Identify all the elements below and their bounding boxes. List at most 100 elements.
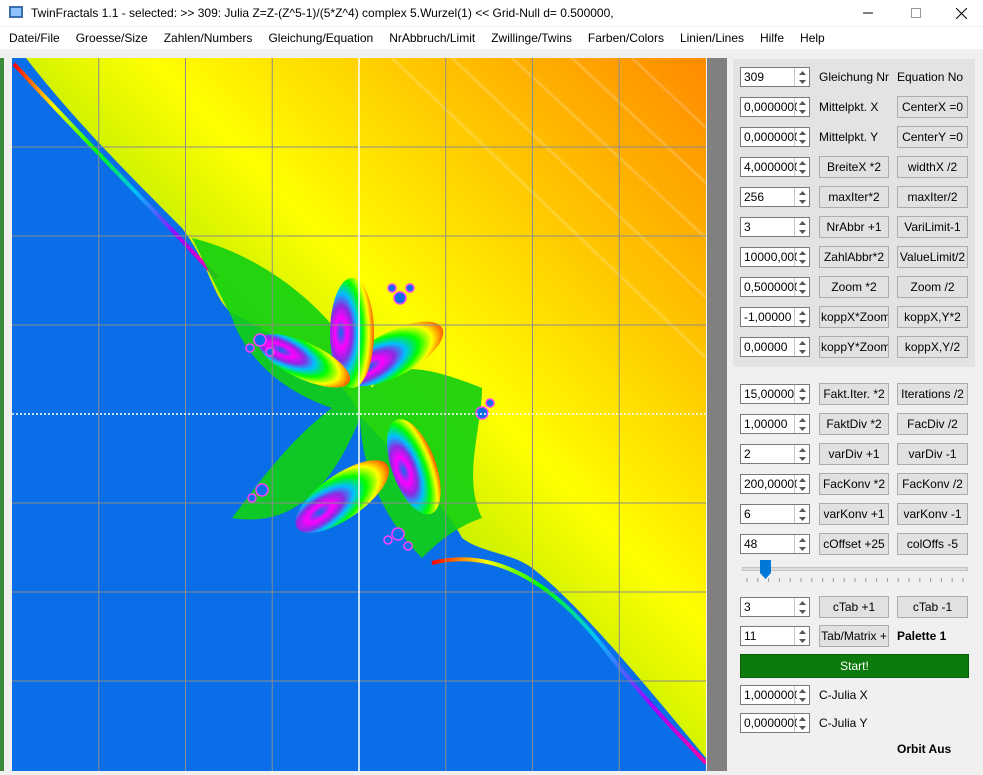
param-3-left-button[interactable]: BreiteX *2: [819, 156, 889, 178]
spin-up-arrow-icon[interactable]: [795, 686, 809, 695]
spin-down-arrow-icon[interactable]: [795, 257, 809, 266]
menu-zahlen[interactable]: Zahlen/Numbers: [155, 27, 260, 49]
spin-down-arrow-icon[interactable]: [795, 77, 809, 86]
param-6-spinbox[interactable]: 10000,000: [740, 247, 810, 267]
spin-down-arrow-icon[interactable]: [795, 317, 809, 326]
menu-help[interactable]: Help: [791, 27, 832, 49]
menu-groesse[interactable]: Groesse/Size: [67, 27, 155, 49]
spin-down-arrow-icon[interactable]: [795, 723, 809, 732]
param-4-spinbox[interactable]: 256: [740, 187, 810, 207]
spin-up-arrow-icon[interactable]: [795, 248, 809, 257]
menu-gleichung[interactable]: Gleichung/Equation: [259, 27, 380, 49]
menu-linien[interactable]: Linien/Lines: [671, 27, 751, 49]
spin-up-arrow-icon[interactable]: [795, 535, 809, 544]
factor-0-left-button[interactable]: Fakt.Iter. *2: [819, 383, 889, 405]
param-7-right-button[interactable]: Zoom /2: [897, 276, 968, 298]
spin-down-arrow-icon[interactable]: [795, 197, 809, 206]
spin-down-arrow-icon[interactable]: [795, 137, 809, 146]
factor-5-right-button[interactable]: colOffs -5: [897, 533, 968, 555]
spin-up-arrow-icon[interactable]: [795, 158, 809, 167]
param-5-left-button[interactable]: NrAbbr +1: [819, 216, 889, 238]
spin-up-arrow-icon[interactable]: [795, 445, 809, 454]
spin-up-arrow-icon[interactable]: [795, 505, 809, 514]
julia-x-spinbox[interactable]: 1,0000000: [740, 685, 810, 705]
param-0-spinbox[interactable]: 309: [740, 67, 810, 87]
fractal-canvas[interactable]: [12, 58, 706, 771]
spin-down-arrow-icon[interactable]: [795, 695, 809, 704]
color-slider-track[interactable]: [742, 567, 968, 571]
spin-down-arrow-icon[interactable]: [795, 227, 809, 236]
spin-down-arrow-icon[interactable]: [795, 424, 809, 433]
param-8-spinbox[interactable]: -1,00000: [740, 307, 810, 327]
spin-down-arrow-icon[interactable]: [795, 484, 809, 493]
factor-1-spinbox[interactable]: 1,00000: [740, 414, 810, 434]
spin-up-arrow-icon[interactable]: [795, 415, 809, 424]
factor-3-right-button[interactable]: FacKonv /2: [897, 473, 968, 495]
param-9-right-button[interactable]: koppX,Y/2: [897, 336, 968, 358]
spin-down-arrow-icon[interactable]: [795, 544, 809, 553]
param-4-right-button[interactable]: maxIter/2: [897, 186, 968, 208]
param-8-left-button[interactable]: koppX*Zoom: [819, 306, 889, 328]
param-3-spinbox[interactable]: 4,0000000: [740, 157, 810, 177]
menu-datei[interactable]: Datei/File: [0, 27, 67, 49]
factor-0-spinbox[interactable]: 15,00000: [740, 384, 810, 404]
spin-down-arrow-icon[interactable]: [795, 347, 809, 356]
menu-hilfe[interactable]: Hilfe: [751, 27, 791, 49]
spin-down-arrow-icon[interactable]: [795, 514, 809, 523]
factor-1-right-button[interactable]: FacDiv /2: [897, 413, 968, 435]
spin-up-arrow-icon[interactable]: [795, 598, 809, 607]
param-6-left-button[interactable]: ZahlAbbr*2: [819, 246, 889, 268]
spin-down-arrow-icon[interactable]: [795, 287, 809, 296]
param-5-spinbox[interactable]: 3: [740, 217, 810, 237]
spin-up-arrow-icon[interactable]: [795, 385, 809, 394]
slider-thumb[interactable]: [760, 560, 772, 579]
spin-down-arrow-icon[interactable]: [795, 167, 809, 176]
factor-4-right-button[interactable]: varKonv -1: [897, 503, 968, 525]
menu-zwillinge[interactable]: Zwillinge/Twins: [482, 27, 579, 49]
menu-nrabbruch[interactable]: NrAbbruch/Limit: [380, 27, 482, 49]
factor-0-right-button[interactable]: Iterations /2: [897, 383, 968, 405]
param-3-right-button[interactable]: widthX /2: [897, 156, 968, 178]
ctab-minus-button[interactable]: cTab -1: [897, 596, 968, 618]
maximize-button[interactable]: [893, 0, 939, 26]
factor-5-left-button[interactable]: cOffset +25: [819, 533, 889, 555]
factor-3-left-button[interactable]: FacKonv *2: [819, 473, 889, 495]
spin-down-arrow-icon[interactable]: [795, 636, 809, 645]
param-2-spinbox[interactable]: 0,0000000: [740, 127, 810, 147]
param-1-right-button[interactable]: CenterX =0: [897, 96, 968, 118]
param-7-spinbox[interactable]: 0,5000000: [740, 277, 810, 297]
param-4-left-button[interactable]: maxIter*2: [819, 186, 889, 208]
factor-2-spinbox[interactable]: 2: [740, 444, 810, 464]
param-6-right-button[interactable]: ValueLimit/2: [897, 246, 968, 268]
spin-up-arrow-icon[interactable]: [795, 98, 809, 107]
tab-matrix-button[interactable]: Tab/Matrix +: [819, 625, 889, 647]
factor-4-spinbox[interactable]: 6: [740, 504, 810, 524]
param-9-left-button[interactable]: koppY*Zoom: [819, 336, 889, 358]
factor-3-spinbox[interactable]: 200,00000: [740, 474, 810, 494]
spin-up-arrow-icon[interactable]: [795, 128, 809, 137]
menu-farben[interactable]: Farben/Colors: [579, 27, 671, 49]
spin-up-arrow-icon[interactable]: [795, 308, 809, 317]
factor-2-right-button[interactable]: varDiv -1: [897, 443, 968, 465]
factor-1-left-button[interactable]: FaktDiv *2: [819, 413, 889, 435]
spin-up-arrow-icon[interactable]: [795, 68, 809, 77]
close-button[interactable]: [938, 0, 983, 26]
param-2-right-button[interactable]: CenterY =0: [897, 126, 968, 148]
spin-down-arrow-icon[interactable]: [795, 394, 809, 403]
spin-up-arrow-icon[interactable]: [795, 188, 809, 197]
factor-5-spinbox[interactable]: 48: [740, 534, 810, 554]
tab-matrix-spinbox[interactable]: 11: [740, 626, 810, 646]
param-8-right-button[interactable]: koppX,Y*2: [897, 306, 968, 328]
spin-down-arrow-icon[interactable]: [795, 607, 809, 616]
factor-4-left-button[interactable]: varKonv +1: [819, 503, 889, 525]
factor-2-left-button[interactable]: varDiv +1: [819, 443, 889, 465]
start-button[interactable]: Start!: [740, 654, 969, 678]
spin-up-arrow-icon[interactable]: [795, 475, 809, 484]
param-5-right-button[interactable]: VariLimit-1: [897, 216, 968, 238]
julia-y-spinbox[interactable]: 0,0000000: [740, 713, 810, 733]
spin-down-arrow-icon[interactable]: [795, 107, 809, 116]
minimize-button[interactable]: [845, 0, 891, 26]
spin-down-arrow-icon[interactable]: [795, 454, 809, 463]
param-1-spinbox[interactable]: 0,0000000: [740, 97, 810, 117]
spin-up-arrow-icon[interactable]: [795, 627, 809, 636]
